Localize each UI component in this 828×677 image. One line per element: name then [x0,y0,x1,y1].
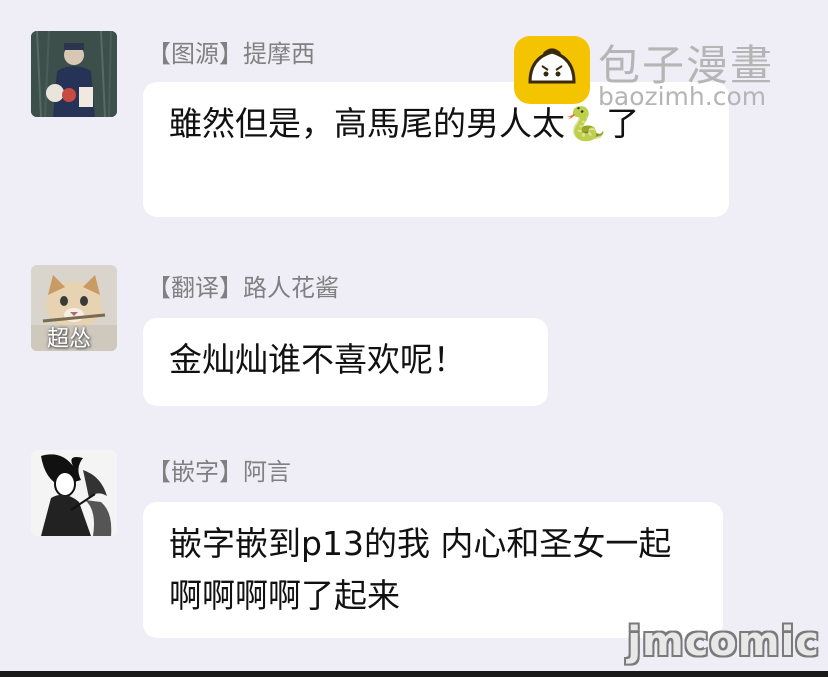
bun-logo-icon [514,36,590,104]
message-text: 嵌字嵌到p13的我 内心和圣女一起啊啊啊啊了起来 [169,524,672,615]
avatar-illustration-icon [31,31,117,117]
avatar-sender-1[interactable] [31,31,117,117]
baozi-watermark: 包子漫畫 baozimh.com [512,34,812,114]
avatar-sender-2[interactable]: 超怂 [31,265,117,351]
manga-avatar-icon [31,450,117,536]
avatar-caption: 超怂 [47,327,92,351]
message-bubble[interactable]: 金灿灿谁不喜欢呢！ [143,318,548,406]
message-bubble[interactable]: 嵌字嵌到p13的我 内心和圣女一起啊啊啊啊了起来 [143,502,723,638]
sender-name: 【图源】提摩西 [147,40,315,68]
sender-name: 【嵌字】阿言 [147,458,291,486]
bottom-divider [0,671,828,677]
jmcomic-watermark: jmcomic [627,619,820,665]
avatar-sender-3[interactable] [31,450,117,536]
watermark-domain: baozimh.com [598,82,767,111]
message-text: 金灿灿谁不喜欢呢！ [169,340,466,379]
sender-name: 【翻译】路人花酱 [147,274,339,302]
